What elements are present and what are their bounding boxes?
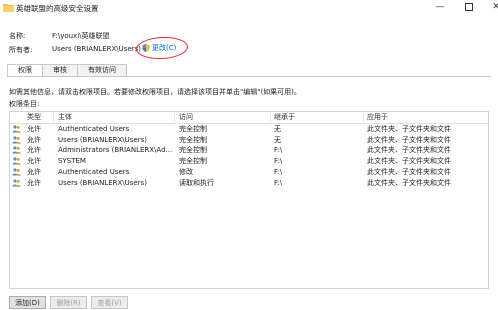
column-principal[interactable]: 主体 xyxy=(58,112,72,123)
cell-inherited: F:\ xyxy=(274,167,283,176)
table-row[interactable]: 允许 Users (BRIANLERX\Users) 完全控制 无 此文件夹、子文件夹和… xyxy=(10,135,488,145)
column-inherited[interactable]: 继承于 xyxy=(274,112,295,123)
cell-inherited: F:\ xyxy=(274,157,283,166)
cell-access: 完全控制 xyxy=(179,157,207,166)
table-row[interactable]: 允许 Users (BRIANLERX\Users) 读取和执行 F:\ 此文件夹、子文… xyxy=(10,178,488,188)
cell-applies-to: 此文件夹、子文件夹和文件 xyxy=(367,167,451,176)
cell-access: 完全控制 xyxy=(179,146,207,155)
cell-inherited: 无 xyxy=(274,135,281,144)
tab-auditing[interactable]: 审核 xyxy=(42,64,78,76)
cell-applies-to: 此文件夹、子文件夹和文件 xyxy=(367,146,451,155)
cell-inherited: F:\ xyxy=(274,178,283,187)
cell-inherited: 无 xyxy=(274,125,281,133)
folder-icon xyxy=(3,4,14,12)
permission-entries-table[interactable]: 类型 主体 访问 继承于 应用于 允许 Authenticated Users 完全… xyxy=(9,111,489,289)
user-group-icon xyxy=(12,146,21,155)
change-owner-link[interactable]: 更改(C) xyxy=(142,43,176,53)
cell-access: 完全控制 xyxy=(179,135,207,144)
table-header: 类型 主体 访问 继承于 应用于 xyxy=(10,112,488,124)
cell-principal: Authenticated Users xyxy=(58,125,130,133)
table-row[interactable]: 允许 SYSTEM 完全控制 F:\ 此文件夹、子文件夹和文件 xyxy=(10,156,488,166)
owner-label: 所有者: xyxy=(9,46,33,54)
cell-applies-to: 此文件夹、子文件夹和文件 xyxy=(367,178,451,187)
user-group-icon xyxy=(12,168,21,176)
cell-type: 允许 xyxy=(27,135,41,144)
change-link-label: 更改(C) xyxy=(152,44,177,52)
tab-divider xyxy=(7,76,491,77)
tab-strip: 权限 审核 有效访问 xyxy=(7,64,127,77)
close-button[interactable]: ✕ xyxy=(481,0,498,14)
cell-access: 完全控制 xyxy=(179,125,207,133)
cell-principal: Users (BRIANLERX\Users) xyxy=(58,178,147,187)
info-text: 如需其他信息，请双击权限项目。若要修改权限项目，请选择该项目并单击"编辑"(如果… xyxy=(9,88,301,96)
cell-applies-to: 此文件夹、子文件夹和文件 xyxy=(367,135,451,144)
tab-effective-access[interactable]: 有效访问 xyxy=(77,64,127,76)
cell-principal: Users (BRIANLERX\Users) xyxy=(58,135,147,144)
cell-type: 允许 xyxy=(27,125,41,133)
name-value: F:\youxi\英雄联盟 xyxy=(52,32,110,40)
add-button[interactable]: 添加(D) xyxy=(9,296,46,309)
column-divider[interactable] xyxy=(270,113,271,122)
window-title: 英雄联盟的高级安全设置 xyxy=(16,4,99,13)
minimize-button[interactable]: — xyxy=(425,0,455,14)
table-row[interactable]: 允许 Authenticated Users 修改 F:\ 此文件夹、子文件夹和文件 xyxy=(10,167,488,177)
permission-entries-label: 权限条目: xyxy=(9,100,40,108)
maximize-button[interactable] xyxy=(454,0,484,14)
owner-value: Users (BRIANLERX\Users) xyxy=(52,45,141,53)
cell-applies-to: 此文件夹、子文件夹和文件 xyxy=(367,125,451,133)
remove-button[interactable]: 删除(R) xyxy=(50,296,87,309)
cell-type: 允许 xyxy=(27,157,41,166)
column-type[interactable]: 类型 xyxy=(27,112,41,123)
column-access[interactable]: 访问 xyxy=(179,112,193,123)
cell-inherited: F:\ xyxy=(274,146,283,155)
cell-access: 修改 xyxy=(179,167,193,176)
table-row[interactable]: 允许 Administrators (BRIANLERX\Ad... 完全控制 F:\… xyxy=(10,145,488,155)
user-group-icon xyxy=(12,125,21,133)
cell-type: 允许 xyxy=(27,167,41,176)
column-divider[interactable] xyxy=(174,113,175,122)
column-applies-to[interactable]: 应用于 xyxy=(367,112,388,123)
title-bar: 英雄联盟的高级安全设置 — ✕ xyxy=(0,0,498,18)
cell-applies-to: 此文件夹、子文件夹和文件 xyxy=(367,157,451,166)
user-group-icon xyxy=(12,136,21,144)
cell-type: 允许 xyxy=(27,178,41,187)
shield-icon xyxy=(142,44,150,52)
cell-type: 允许 xyxy=(27,146,41,155)
cell-access: 读取和执行 xyxy=(179,178,214,187)
column-divider[interactable] xyxy=(53,113,54,122)
cell-principal: SYSTEM xyxy=(58,157,86,166)
maximize-icon xyxy=(465,3,473,11)
cell-principal: Administrators (BRIANLERX\Ad... xyxy=(58,146,172,155)
user-group-icon xyxy=(12,157,21,165)
column-divider[interactable] xyxy=(363,113,364,122)
user-group-icon xyxy=(12,178,21,187)
name-label: 名称: xyxy=(9,32,26,40)
cell-principal: Authenticated Users xyxy=(58,167,130,176)
table-row[interactable]: 允许 Authenticated Users 完全控制 无 此文件夹、子文件夹和文件 xyxy=(10,124,488,134)
view-button[interactable]: 查看(V) xyxy=(91,296,128,309)
